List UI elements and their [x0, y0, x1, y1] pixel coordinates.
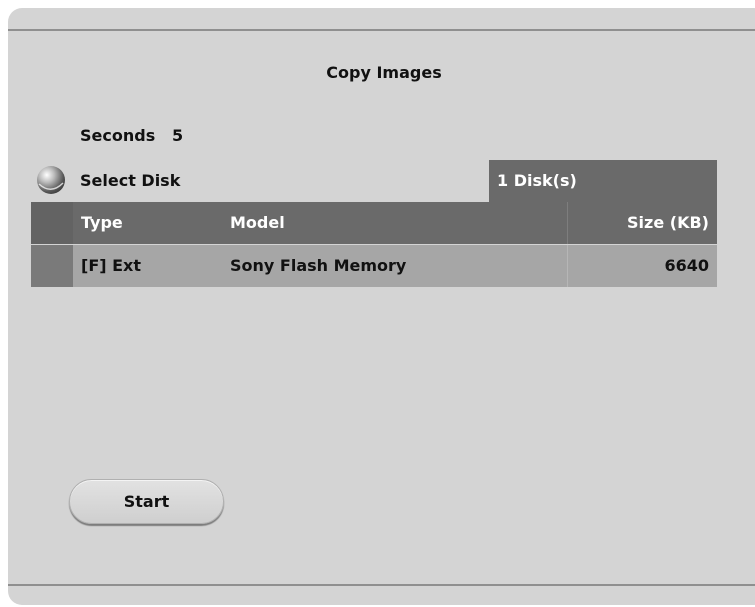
disk-type-cell: [F] Ext: [81, 256, 142, 275]
select-disk-label[interactable]: Select Disk: [80, 171, 180, 190]
seconds-label: Seconds: [80, 126, 156, 145]
column-header-type: Type: [81, 213, 123, 232]
top-divider: [8, 29, 755, 31]
column-header-model: Model: [230, 213, 285, 232]
disk-table-row[interactable]: [F] Ext Sony Flash Memory 6640: [31, 245, 717, 287]
disk-count-indicator: 1 Disk(s): [489, 160, 717, 202]
disk-table-header: Type Model Size (KB): [31, 202, 717, 244]
dialog-title: Copy Images: [326, 63, 442, 82]
row-stub: [31, 245, 73, 287]
disk-size-cell: 6640: [567, 245, 717, 287]
header-stub: [31, 202, 73, 244]
bottom-divider: [8, 584, 755, 586]
column-header-size: Size (KB): [567, 202, 717, 244]
seconds-readout: Seconds 5: [80, 126, 183, 145]
seconds-value: 5: [171, 126, 184, 145]
disk-model-cell: Sony Flash Memory: [230, 256, 407, 275]
radio-button-icon[interactable]: [36, 165, 66, 195]
start-button[interactable]: Start: [69, 479, 224, 524]
